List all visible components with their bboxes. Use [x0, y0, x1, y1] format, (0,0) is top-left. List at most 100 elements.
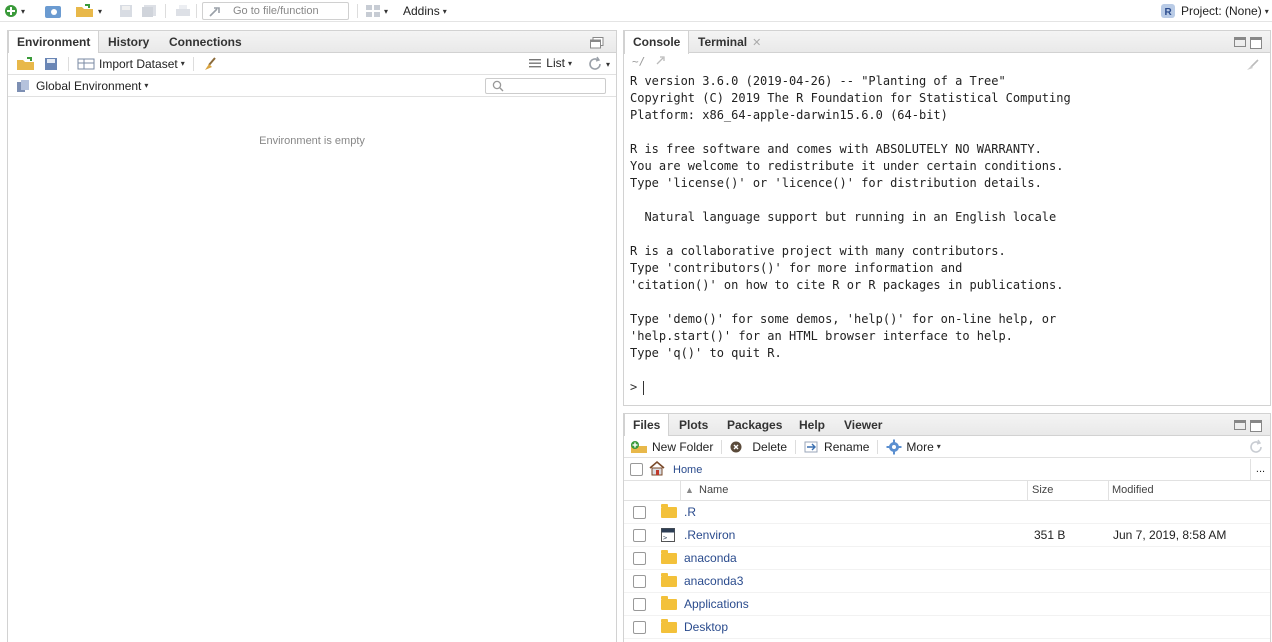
- row-checkbox[interactable]: [633, 621, 646, 634]
- broom-icon: [202, 56, 218, 72]
- environment-scope-bar: Global Environment ▾: [8, 75, 616, 97]
- save-icon: [119, 4, 133, 18]
- minimize-pane-icon[interactable]: [1234, 37, 1246, 47]
- refresh-icon: [587, 56, 603, 72]
- global-environment-label: Global Environment: [36, 78, 142, 93]
- main-toolbar: ▾ ▾ Go to file/function ▾ Addins ▾ R Pro…: [0, 0, 1272, 22]
- delete-label: Delete: [752, 439, 788, 454]
- go-to-directory-button[interactable]: ...: [1250, 459, 1270, 481]
- grid-icon: [365, 4, 381, 18]
- tab-terminal[interactable]: Terminal ✕: [690, 31, 769, 53]
- save-all-icon: [141, 4, 157, 18]
- rename-button[interactable]: Rename: [804, 440, 869, 454]
- refresh-files-button[interactable]: [1248, 439, 1264, 458]
- row-checkbox[interactable]: [633, 598, 646, 611]
- chevron-down-icon: ▾: [1264, 6, 1269, 16]
- project-menu[interactable]: R Project: (None) ▾: [1160, 2, 1269, 20]
- workspace-panes-button[interactable]: ▾: [365, 2, 388, 20]
- print-icon: [175, 4, 191, 18]
- save-icon: [44, 57, 58, 71]
- column-header-modified[interactable]: Modified: [1112, 484, 1154, 496]
- folder-icon: [661, 573, 677, 587]
- chevron-down-icon: ▾: [936, 442, 941, 451]
- console-input-line[interactable]: >: [630, 380, 645, 395]
- tab-help[interactable]: Help: [791, 414, 833, 436]
- table-row: >_ .Renviron 351 B Jun 7, 2019, 8:58 AM: [624, 524, 1270, 547]
- tab-plots[interactable]: Plots: [671, 414, 716, 436]
- rename-label: Rename: [824, 439, 870, 454]
- file-name-link[interactable]: Desktop: [684, 620, 728, 634]
- row-checkbox[interactable]: [633, 575, 646, 588]
- new-file-button[interactable]: ▾: [4, 2, 25, 20]
- chevron-down-icon: ▾: [605, 59, 610, 69]
- row-checkbox[interactable]: [633, 552, 646, 565]
- save-all-button[interactable]: [141, 2, 157, 20]
- goto-directory-icon[interactable]: [656, 55, 668, 68]
- new-project-icon: [44, 3, 64, 19]
- maximize-pane-icon[interactable]: [1250, 37, 1262, 49]
- load-workspace-button[interactable]: [16, 56, 36, 71]
- tab-connections[interactable]: Connections: [161, 31, 250, 53]
- folder-icon: [661, 550, 677, 564]
- new-file-icon: [4, 4, 18, 18]
- console-path-label: ~/: [632, 55, 646, 68]
- tab-terminal-label: Terminal: [698, 35, 748, 49]
- environment-toolbar: Import Dataset ▾ List ▾ ▾: [8, 53, 616, 75]
- save-workspace-button[interactable]: [44, 57, 58, 71]
- console-prompt: >: [630, 380, 638, 394]
- more-menu[interactable]: More ▾: [886, 439, 941, 455]
- select-all-checkbox[interactable]: [630, 463, 643, 476]
- addins-label: Addins: [403, 4, 440, 18]
- tab-history[interactable]: History: [100, 31, 157, 53]
- column-header-name[interactable]: Name: [699, 484, 728, 496]
- console-tabbar: Console Terminal ✕: [624, 31, 1270, 54]
- print-button[interactable]: [175, 2, 191, 20]
- import-dataset-button[interactable]: Import Dataset ▾: [77, 57, 185, 71]
- tab-viewer[interactable]: Viewer: [836, 414, 890, 436]
- clear-workspace-button[interactable]: [202, 56, 218, 72]
- file-name-link[interactable]: anaconda3: [684, 574, 743, 588]
- folder-icon: [661, 596, 677, 610]
- chevron-down-icon: ▾: [98, 6, 103, 16]
- maximize-pane-icon[interactable]: [1250, 420, 1262, 432]
- tab-environment[interactable]: Environment: [8, 31, 100, 54]
- global-environment-menu[interactable]: Global Environment ▾: [16, 79, 148, 93]
- file-name-link[interactable]: anaconda: [684, 551, 737, 565]
- tab-console[interactable]: Console: [624, 31, 690, 54]
- restore-pane-icon[interactable]: [590, 37, 604, 52]
- addins-menu[interactable]: Addins ▾: [403, 2, 447, 20]
- home-icon[interactable]: [648, 460, 666, 479]
- list-view-menu[interactable]: List ▾: [529, 56, 572, 70]
- file-name-link[interactable]: .Renviron: [684, 528, 735, 542]
- console-working-dir: ~/: [632, 55, 668, 73]
- new-project-button[interactable]: [44, 2, 64, 20]
- row-checkbox[interactable]: [633, 506, 646, 519]
- clear-console-icon[interactable]: [1246, 59, 1260, 74]
- column-header-size[interactable]: Size: [1032, 484, 1053, 496]
- refresh-environment-button[interactable]: ▾: [587, 56, 610, 72]
- table-row: .R: [624, 501, 1270, 524]
- row-checkbox[interactable]: [633, 529, 646, 542]
- folder-icon: [661, 504, 677, 518]
- close-icon[interactable]: ✕: [752, 37, 761, 49]
- breadcrumb-home[interactable]: Home: [673, 464, 702, 476]
- save-button[interactable]: [119, 2, 133, 20]
- delete-button[interactable]: Delete: [730, 440, 787, 454]
- table-row: Desktop: [624, 616, 1270, 639]
- open-file-button[interactable]: ▾: [75, 2, 102, 20]
- goto-arrow-icon: [209, 5, 223, 17]
- file-name-link[interactable]: Applications: [684, 597, 749, 611]
- chevron-down-icon: ▾: [21, 6, 26, 16]
- environment-tabbar: Environment History Connections: [8, 31, 616, 54]
- environment-search-input[interactable]: [485, 78, 606, 94]
- goto-file-function-input[interactable]: Go to file/function: [202, 2, 349, 20]
- more-label: More: [906, 439, 934, 454]
- file-name-link[interactable]: .R: [684, 505, 696, 519]
- console-window-controls: [1234, 37, 1262, 49]
- new-folder-button[interactable]: New Folder: [630, 440, 713, 454]
- tab-files[interactable]: Files: [624, 414, 670, 437]
- files-table-header: ▲ Name Size Modified: [624, 481, 1270, 501]
- tab-packages[interactable]: Packages: [719, 414, 790, 436]
- text-cursor: [643, 380, 645, 395]
- minimize-pane-icon[interactable]: [1234, 420, 1246, 430]
